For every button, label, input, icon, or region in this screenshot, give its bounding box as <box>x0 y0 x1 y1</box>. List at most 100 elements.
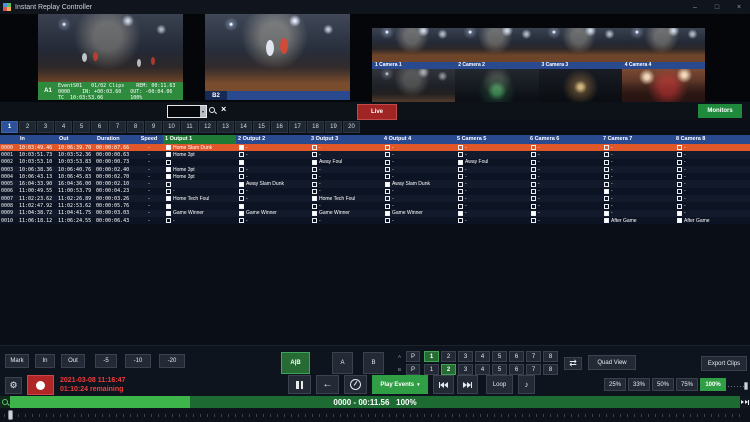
bank-a-preset-button[interactable]: P <box>406 351 420 362</box>
a-button[interactable]: A <box>332 352 353 374</box>
slider-handle[interactable] <box>744 382 748 390</box>
jog-button[interactable] <box>344 375 367 394</box>
bank-a-camera-5[interactable]: 5 <box>492 351 507 362</box>
tab-20[interactable]: 20 <box>343 121 360 133</box>
export-clips-button[interactable]: Export Clips <box>701 356 747 371</box>
back-button[interactable]: ← <box>316 375 339 394</box>
camera-thumb-2[interactable]: 2 Camera 2 <box>455 28 538 69</box>
tab-7[interactable]: 7 <box>109 121 126 133</box>
bank-b-camera-1[interactable]: 1 <box>424 364 439 375</box>
event-checkbox[interactable] <box>458 182 463 187</box>
search-icon[interactable] <box>209 107 215 113</box>
event-checkbox[interactable] <box>458 167 463 172</box>
bank-b-camera-4[interactable]: 4 <box>475 364 490 375</box>
bank-a-camera-7[interactable]: 7 <box>526 351 541 362</box>
tab-13[interactable]: 13 <box>217 121 234 133</box>
event-checkbox[interactable] <box>312 204 317 209</box>
tab-10[interactable]: 10 <box>163 121 180 133</box>
event-checkbox[interactable] <box>531 160 536 165</box>
swap-icon[interactable]: ⇄ <box>564 357 582 370</box>
bank-a-camera-3[interactable]: 3 <box>458 351 473 362</box>
event-checkbox[interactable] <box>239 167 244 172</box>
bank-b-camera-6[interactable]: 6 <box>509 364 524 375</box>
event-checkbox[interactable] <box>312 196 317 201</box>
event-checkbox[interactable] <box>385 196 390 201</box>
event-checkbox[interactable] <box>166 204 171 209</box>
event-checkbox[interactable] <box>312 145 317 150</box>
camera-thumb-4[interactable]: 4 Camera 4 <box>622 28 705 69</box>
table-row[interactable]: 000110:03:51.7310:03:52.3600:00:00.63-Ho… <box>0 151 750 158</box>
event-checkbox[interactable] <box>385 145 390 150</box>
play-events-button[interactable]: Play Events▾ <box>372 375 428 394</box>
monitors-button[interactable]: Monitors <box>698 104 742 118</box>
table-row[interactable]: 000711:02:23.6211:02:26.8900:00:03.26-Ho… <box>0 195 750 202</box>
event-checkbox[interactable] <box>677 204 682 209</box>
event-checkbox[interactable] <box>531 204 536 209</box>
event-checkbox[interactable] <box>166 182 171 187</box>
event-checkbox[interactable] <box>239 145 244 150</box>
event-checkbox[interactable] <box>531 211 536 216</box>
tab-8[interactable]: 8 <box>127 121 144 133</box>
mark-button-5[interactable]: -5 <box>95 354 117 368</box>
event-checkbox[interactable] <box>166 160 171 165</box>
mark-button-mark[interactable]: Mark <box>5 354 29 368</box>
tab-18[interactable]: 18 <box>307 121 324 133</box>
search-input[interactable] <box>168 106 200 117</box>
bank-a-camera-6[interactable]: 6 <box>509 351 524 362</box>
ab-toggle-button[interactable]: A|B <box>281 352 310 374</box>
event-checkbox[interactable] <box>604 218 609 223</box>
tab-17[interactable]: 17 <box>289 121 306 133</box>
camera-thumb-1[interactable]: 1 Camera 1 <box>372 28 455 69</box>
record-button[interactable] <box>27 375 54 395</box>
event-checkbox[interactable] <box>385 204 390 209</box>
search-dropdown-icon[interactable]: ▾ <box>200 106 206 117</box>
speed-25[interactable]: 25% <box>604 378 626 391</box>
event-checkbox[interactable] <box>458 218 463 223</box>
event-checkbox[interactable] <box>531 152 536 157</box>
bank-b-camera-8[interactable]: 8 <box>543 364 558 375</box>
tab-6[interactable]: 6 <box>91 121 108 133</box>
event-checkbox[interactable] <box>239 211 244 216</box>
bank-b-preset-button[interactable]: P <box>406 364 420 375</box>
event-checkbox[interactable] <box>385 189 390 194</box>
event-checkbox[interactable] <box>604 152 609 157</box>
next-event-button[interactable] <box>457 375 478 394</box>
table-row[interactable]: 000010:03:49.4610:06:39.7000:00:07.66-Ho… <box>0 144 750 151</box>
event-checkbox[interactable] <box>604 182 609 187</box>
event-checkbox[interactable] <box>531 145 536 150</box>
tab-2[interactable]: 2 <box>19 121 36 133</box>
event-checkbox[interactable] <box>677 152 682 157</box>
event-checkbox[interactable] <box>166 218 171 223</box>
b-button[interactable]: B <box>363 352 384 374</box>
bank-b-camera-3[interactable]: 3 <box>458 364 473 375</box>
event-checkbox[interactable] <box>458 204 463 209</box>
event-checkbox[interactable] <box>239 160 244 165</box>
event-checkbox[interactable] <box>166 145 171 150</box>
event-checkbox[interactable] <box>531 182 536 187</box>
event-checkbox[interactable] <box>531 189 536 194</box>
settings-button[interactable]: ⚙ <box>5 377 22 394</box>
event-checkbox[interactable] <box>604 189 609 194</box>
table-row[interactable]: 000611:00:49.5511:00:53.7900:00:04.23---… <box>0 188 750 195</box>
tab-9[interactable]: 9 <box>145 121 162 133</box>
zoom-timeline-button[interactable] <box>0 396 10 408</box>
event-checkbox[interactable] <box>531 174 536 179</box>
quad-view-button[interactable]: Quad View <box>588 355 636 370</box>
event-checkbox[interactable] <box>677 167 682 172</box>
tab-1[interactable]: 1 <box>1 121 18 133</box>
event-checkbox[interactable] <box>166 196 171 201</box>
clear-search-icon[interactable]: × <box>221 104 226 114</box>
event-checkbox[interactable] <box>531 218 536 223</box>
event-checkbox[interactable] <box>458 152 463 157</box>
speed-50[interactable]: 50% <box>652 378 674 391</box>
tab-16[interactable]: 16 <box>271 121 288 133</box>
event-checkbox[interactable] <box>385 211 390 216</box>
camera-thumb-3[interactable]: 3 Camera 3 <box>539 28 622 69</box>
table-row[interactable]: 000410:06:43.1310:06:45.8300:00:02.70-Ho… <box>0 173 750 180</box>
table-row[interactable]: 000911:04:38.7211:04:41.7500:00:03.03-Ga… <box>0 210 750 217</box>
event-checkbox[interactable] <box>312 160 317 165</box>
event-checkbox[interactable] <box>677 211 682 216</box>
event-checkbox[interactable] <box>531 196 536 201</box>
loop-button[interactable]: Loop <box>486 375 513 394</box>
event-checkbox[interactable] <box>385 182 390 187</box>
